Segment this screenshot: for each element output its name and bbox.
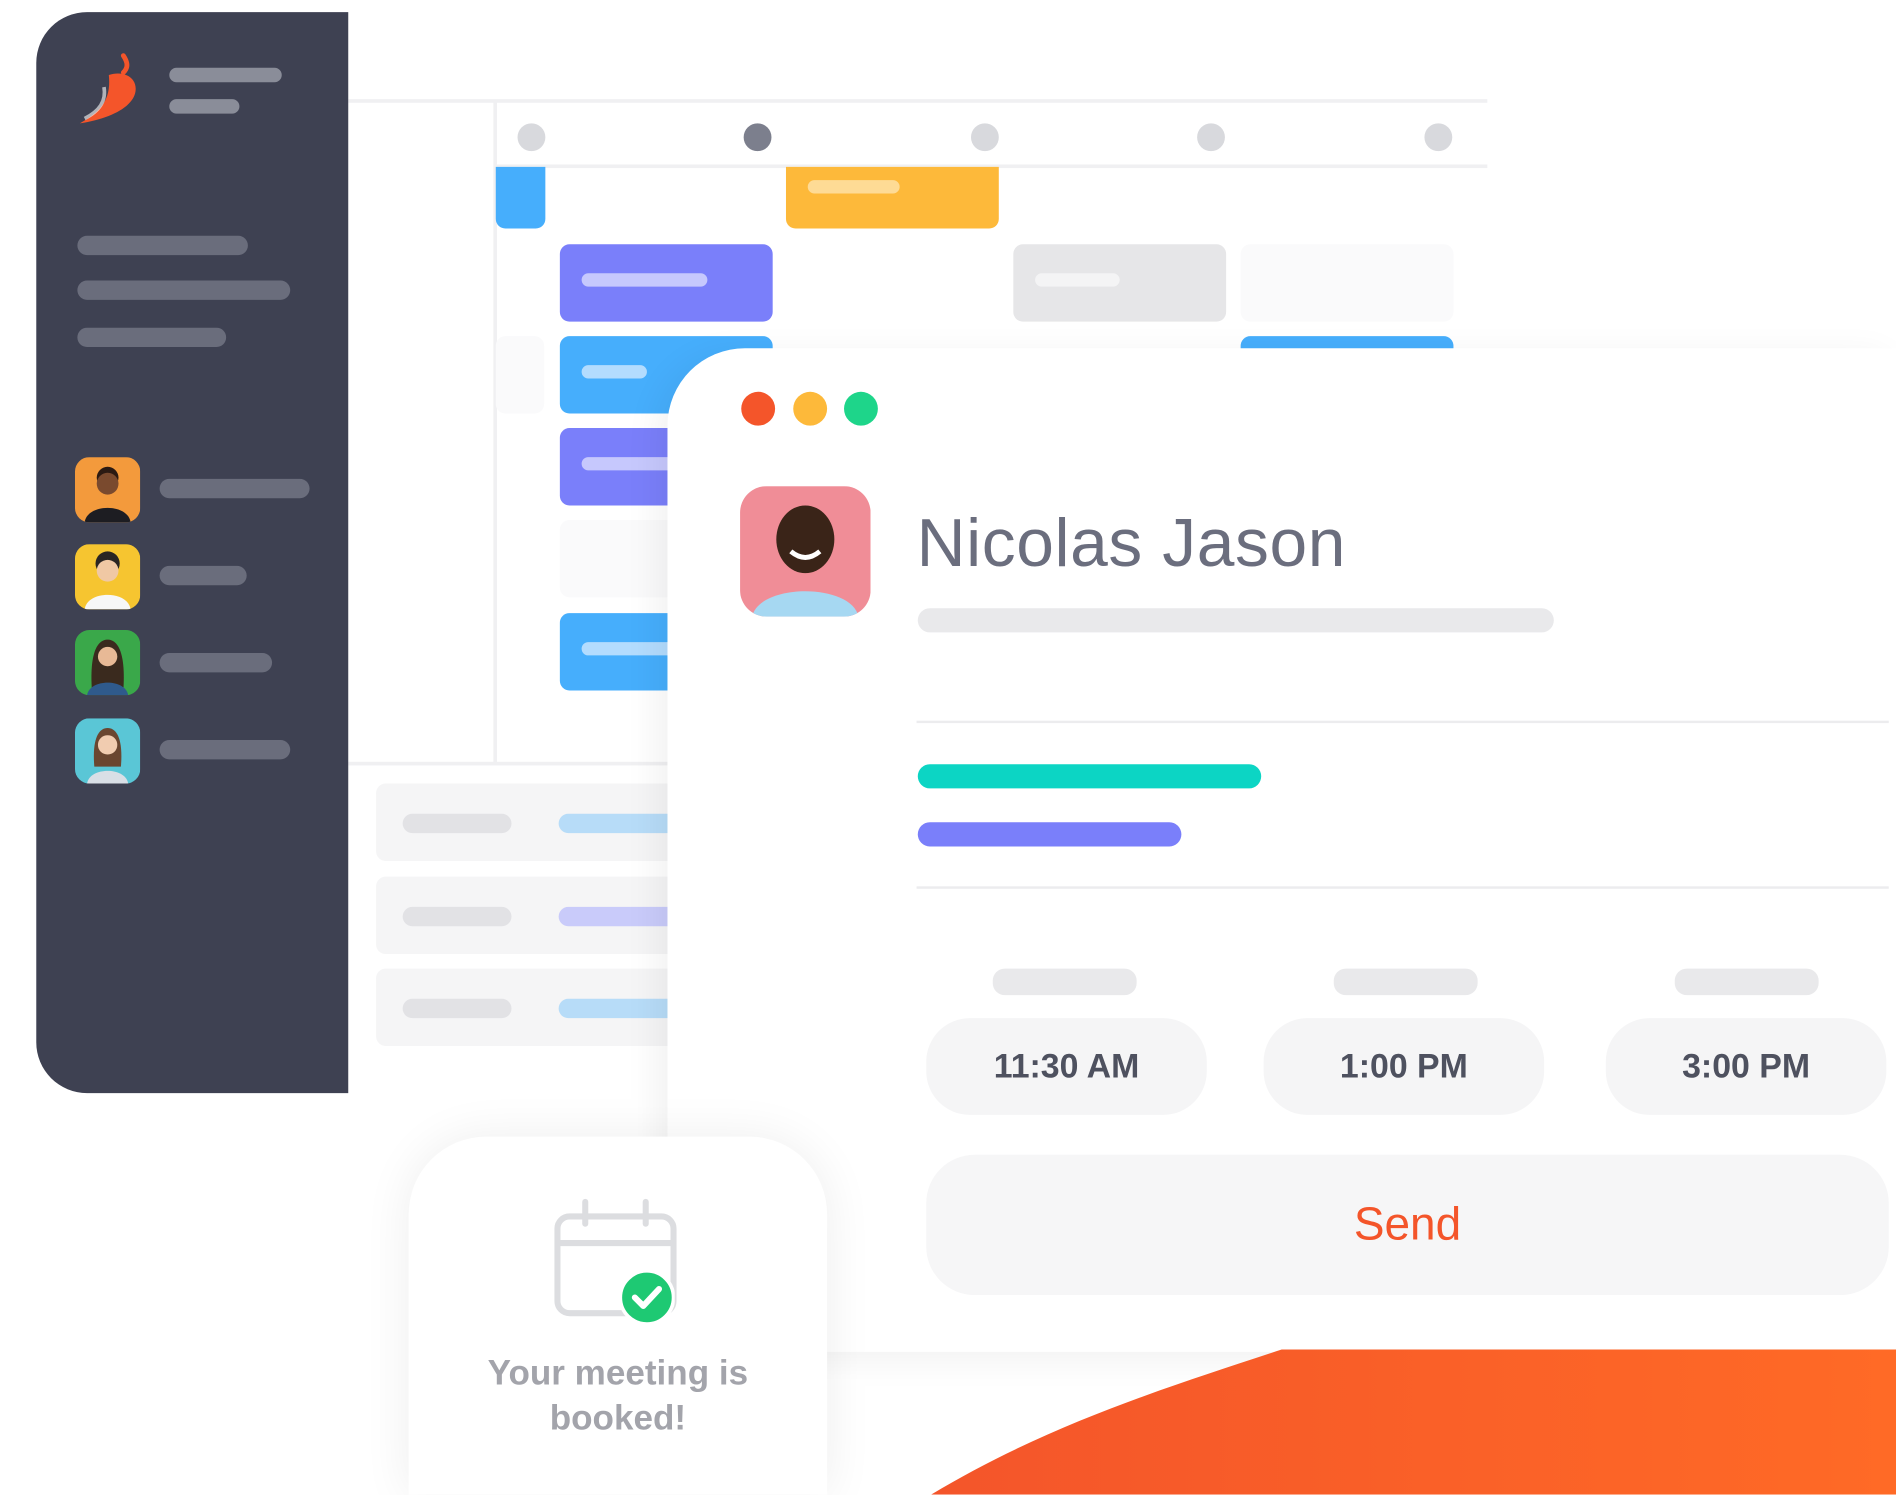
slot-date-placeholder (1333, 968, 1478, 996)
contact-avatar (740, 486, 871, 617)
send-button[interactable]: Send (926, 1154, 1889, 1296)
calendar-bottom-border (348, 761, 668, 766)
booked-message-line1: Your meeting is (487, 1354, 749, 1393)
slot-date-placeholder (992, 968, 1137, 996)
detail-bar-indigo (917, 822, 1182, 847)
day-dot-3[interactable] (970, 123, 999, 152)
day-dot-4[interactable] (1197, 123, 1225, 152)
divider (916, 720, 1889, 724)
day-dot-2[interactable] (743, 123, 772, 152)
nav-item[interactable] (77, 235, 248, 256)
check-circle-icon (618, 1269, 676, 1326)
window-maximize-dot[interactable] (844, 391, 878, 426)
calendar-event[interactable] (785, 166, 999, 229)
member-name-placeholder (159, 740, 291, 760)
member-name-placeholder (159, 478, 310, 499)
list-item[interactable] (376, 876, 691, 955)
booked-message: Your meeting is booked! (409, 1352, 827, 1441)
decorative-wave (931, 1349, 1896, 1495)
brand-name-placeholder (169, 99, 240, 114)
day-dot-5[interactable] (1424, 123, 1453, 152)
window-close-dot[interactable] (741, 391, 776, 426)
divider (916, 886, 1889, 889)
contact-name: Nicolas Jason (916, 504, 1346, 581)
chili-pepper-icon (75, 51, 143, 128)
list-item[interactable] (376, 783, 692, 861)
nav-item[interactable] (77, 280, 291, 300)
brand-name-placeholder (169, 67, 282, 83)
avatar[interactable] (74, 457, 141, 523)
avatar[interactable] (74, 718, 141, 784)
member-name-placeholder (159, 652, 273, 673)
window-minimize-dot[interactable] (793, 391, 828, 426)
calendar-event[interactable] (495, 166, 546, 229)
avatar[interactable] (74, 544, 141, 610)
list-item[interactable] (376, 968, 692, 1046)
detail-bar-teal (917, 764, 1262, 789)
member-name-placeholder (159, 565, 247, 586)
sidebar (36, 12, 349, 1094)
avatar[interactable] (74, 629, 141, 696)
contact-subtitle-placeholder (917, 608, 1554, 633)
booked-message-line2: booked! (549, 1399, 687, 1438)
calendar-event[interactable] (1013, 244, 1227, 322)
calendar-event[interactable] (559, 244, 773, 322)
calendar-top-border (348, 99, 1488, 103)
time-slot-button[interactable]: 3:00 PM (1605, 1018, 1887, 1115)
calendar-event[interactable] (1240, 244, 1454, 322)
nav-item[interactable] (77, 327, 227, 348)
booking-card: Nicolas Jason 11:30 AM 1:00 PM 3:00 PM S… (667, 348, 1896, 1352)
calendar-event[interactable] (495, 336, 545, 414)
time-slot-button[interactable]: 11:30 AM (926, 1018, 1207, 1115)
time-slot-button[interactable]: 1:00 PM (1263, 1018, 1545, 1115)
booking-confirmation-card: Your meeting is booked! (408, 1136, 828, 1495)
slot-date-placeholder (1674, 968, 1819, 996)
day-dot-1[interactable] (517, 123, 546, 152)
